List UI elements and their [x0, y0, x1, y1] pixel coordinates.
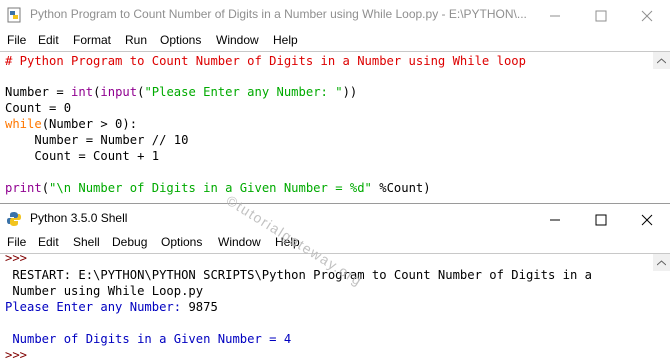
code-token: "\n Number of Digits in a Given Number =… [49, 181, 372, 195]
menu-file[interactable]: File [7, 33, 26, 47]
code-token: (Number > 0): [41, 117, 138, 131]
code-line-while: while(Number > 0): [5, 116, 137, 132]
code-token: print [5, 181, 42, 195]
close-button[interactable] [624, 0, 670, 31]
code-comment-line: # Python Program to Count Number of Digi… [5, 54, 526, 68]
editor-titlebar: Python Program to Count Number of Digits… [0, 0, 670, 31]
menu-options[interactable]: Options [161, 235, 202, 249]
result-line: Number of Digits in a Given Number = 4 [5, 332, 292, 346]
editor-code-area[interactable]: # Python Program to Count Number of Digi… [0, 52, 653, 202]
shell-close-button[interactable] [624, 204, 670, 235]
user-input-value: 9875 [188, 300, 218, 314]
menu-edit[interactable]: Edit [38, 33, 59, 47]
chevron-up-icon [657, 259, 666, 265]
minimize-icon [550, 219, 560, 220]
restart-line-2: Number using While Loop.py [5, 284, 204, 298]
editor-scroll-up[interactable] [653, 52, 670, 69]
maximize-button[interactable] [578, 0, 624, 31]
input-prompt-line: Please Enter any Number: 9875 [5, 299, 218, 315]
menu-shell[interactable]: Shell [73, 235, 100, 249]
chevron-up-icon [657, 57, 666, 63]
menu-edit[interactable]: Edit [38, 235, 59, 249]
shell-prompt: >>> [5, 251, 28, 265]
editor-menubar: File Edit Format Run Options Window Help [0, 31, 670, 51]
maximize-icon [595, 214, 607, 225]
shell-maximize-button[interactable] [578, 204, 624, 235]
code-token: while [5, 117, 42, 131]
shell-title: Python 3.5.0 Shell [30, 211, 128, 225]
restart-line-1: RESTART: E:\PYTHON\PYTHON SCRIPTS\Python… [5, 268, 592, 282]
code-token: %Count) [371, 181, 431, 195]
editor-title: Python Program to Count Number of Digits… [30, 7, 527, 21]
menu-file[interactable]: File [7, 235, 26, 249]
code-token: Number = [5, 85, 72, 99]
menu-window[interactable]: Window [218, 235, 261, 249]
menu-options[interactable]: Options [160, 33, 201, 47]
minimize-icon [550, 15, 560, 16]
menu-help[interactable]: Help [273, 33, 298, 47]
python-file-icon [7, 7, 21, 23]
shell-scroll-up[interactable] [653, 254, 670, 271]
close-icon [641, 214, 653, 225]
menu-format[interactable]: Format [73, 33, 111, 47]
code-line-count: Count = 0 [5, 101, 72, 115]
code-token: "Please Enter any Number: " [144, 85, 343, 99]
shell-menubar: File Edit Shell Debug Options Window Hel… [0, 233, 670, 253]
code-line-print: print("\n Number of Digits in a Given Nu… [5, 180, 431, 196]
input-prompt-text: Please Enter any Number: [5, 300, 189, 314]
menu-debug[interactable]: Debug [112, 235, 147, 249]
minimize-button[interactable] [532, 0, 578, 31]
code-token: ( [41, 181, 50, 195]
shell-minimize-button[interactable] [532, 204, 578, 235]
menu-run[interactable]: Run [125, 33, 147, 47]
menu-window[interactable]: Window [216, 33, 259, 47]
code-token: input [100, 85, 138, 99]
shell-prompt: >>> [5, 348, 28, 362]
maximize-icon [595, 10, 607, 21]
editor-window: Python Program to Count Number of Digits… [0, 0, 670, 204]
code-line-input: Number = int(input("Please Enter any Num… [5, 84, 357, 100]
code-line-divide: Number = Number // 10 [5, 133, 189, 147]
python-shell-icon [7, 212, 21, 226]
code-token: )) [342, 85, 358, 99]
code-line-increment: Count = Count + 1 [5, 149, 160, 163]
shell-titlebar: Python 3.5.0 Shell [0, 204, 670, 235]
code-token: int [71, 85, 94, 99]
shell-window: Python 3.5.0 Shell File Edit Shell Debug… [0, 204, 670, 362]
close-icon [641, 10, 653, 21]
